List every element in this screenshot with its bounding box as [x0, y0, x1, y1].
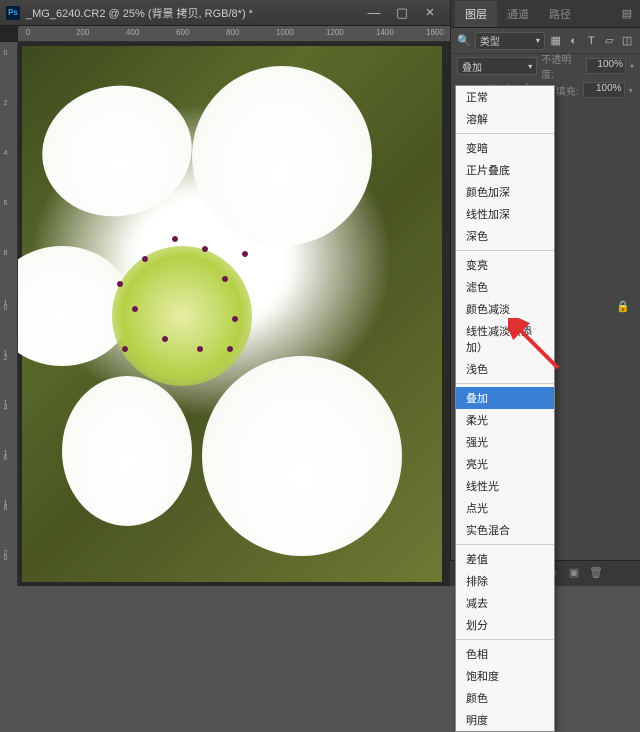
blend-option[interactable]: 线性加深	[456, 203, 554, 225]
document-window: Ps _MG_6240.CR2 @ 25% (背景 拷贝, RGB/8*) * …	[0, 0, 450, 586]
blend-option[interactable]: 正常	[456, 86, 554, 108]
blend-option[interactable]: 点光	[456, 497, 554, 519]
document-titlebar: Ps _MG_6240.CR2 @ 25% (背景 拷贝, RGB/8*) * …	[0, 0, 450, 26]
lock-icon: 🔒	[616, 300, 630, 313]
maximize-button[interactable]: ▢	[388, 3, 416, 23]
blend-option[interactable]: 线性减淡（添加）	[456, 320, 554, 358]
filter-pixel-icon[interactable]: ▦	[549, 33, 563, 49]
blend-option[interactable]: 线性光	[456, 475, 554, 497]
blend-option[interactable]: 正片叠底	[456, 159, 554, 181]
chevron-down-icon: ▾	[536, 36, 540, 45]
blend-mode-select[interactable]: 叠加▾	[457, 57, 537, 75]
blend-option-selected[interactable]: 叠加	[456, 387, 554, 409]
blend-option[interactable]: 颜色减淡	[456, 298, 554, 320]
chevron-down-icon: ▾	[528, 62, 532, 71]
fill-input[interactable]: 100%	[583, 82, 625, 98]
tab-layers[interactable]: 图层	[455, 1, 497, 27]
blend-option[interactable]: 溶解	[456, 108, 554, 130]
blend-option[interactable]: 排除	[456, 570, 554, 592]
filter-smart-icon[interactable]: ◫	[620, 33, 634, 49]
minimize-button[interactable]: —	[360, 3, 388, 23]
new-layer-icon[interactable]: ▣	[566, 566, 582, 582]
blend-option[interactable]: 深色	[456, 225, 554, 247]
filter-type-icon[interactable]: T	[584, 33, 598, 49]
photoshop-icon: Ps	[6, 6, 20, 20]
blend-row: 叠加▾ 不透明度: 100% ▾	[451, 54, 640, 78]
close-button[interactable]: ×	[416, 3, 444, 23]
blend-option[interactable]: 颜色	[456, 687, 554, 709]
blend-option[interactable]: 差值	[456, 548, 554, 570]
blend-option[interactable]: 色相	[456, 643, 554, 665]
filter-adjust-icon[interactable]: ◐	[567, 33, 581, 49]
image-content	[22, 46, 442, 582]
ruler-horizontal: 0 200 400 600 800 1000 1200 1400 1600	[18, 26, 450, 42]
blend-option[interactable]: 颜色加深	[456, 181, 554, 203]
blend-option[interactable]: 强光	[456, 431, 554, 453]
tab-paths[interactable]: 路径	[539, 1, 581, 27]
fill-label: 填充:	[556, 83, 579, 98]
tab-channels[interactable]: 通道	[497, 1, 539, 27]
blend-option[interactable]: 变暗	[456, 137, 554, 159]
blend-option[interactable]: 变亮	[456, 254, 554, 276]
panel-menu-icon[interactable]: ▤	[618, 7, 636, 20]
delete-icon[interactable]: 🗑	[588, 566, 604, 582]
blend-option[interactable]: 减去	[456, 592, 554, 614]
canvas[interactable]	[18, 42, 450, 586]
filter-shape-icon[interactable]: ▱	[602, 33, 616, 49]
chevron-down-icon[interactable]: ▾	[630, 62, 634, 71]
opacity-label: 不透明度:	[541, 51, 582, 81]
chevron-down-icon[interactable]: ▾	[629, 86, 633, 95]
ruler-vertical: 0 2 4 6 8 10 12 14 16 18 20	[0, 42, 18, 586]
blend-option[interactable]: 明度	[456, 709, 554, 731]
filter-type-select[interactable]: 类型▾	[475, 32, 545, 50]
blend-option[interactable]: 柔光	[456, 409, 554, 431]
blend-mode-dropdown: 正常 溶解 变暗 正片叠底 颜色加深 线性加深 深色 变亮 滤色 颜色减淡 线性…	[455, 85, 555, 732]
document-title: _MG_6240.CR2 @ 25% (背景 拷贝, RGB/8*) *	[26, 5, 360, 21]
blend-option[interactable]: 划分	[456, 614, 554, 636]
blend-option[interactable]: 亮光	[456, 453, 554, 475]
opacity-input[interactable]: 100%	[586, 58, 626, 74]
blend-option[interactable]: 滤色	[456, 276, 554, 298]
blend-option[interactable]: 实色混合	[456, 519, 554, 541]
blend-option[interactable]: 饱和度	[456, 665, 554, 687]
panel-tabs: 图层 通道 路径 ▤	[451, 0, 640, 28]
blend-option[interactable]: 浅色	[456, 358, 554, 380]
search-icon: 🔍	[457, 33, 471, 49]
